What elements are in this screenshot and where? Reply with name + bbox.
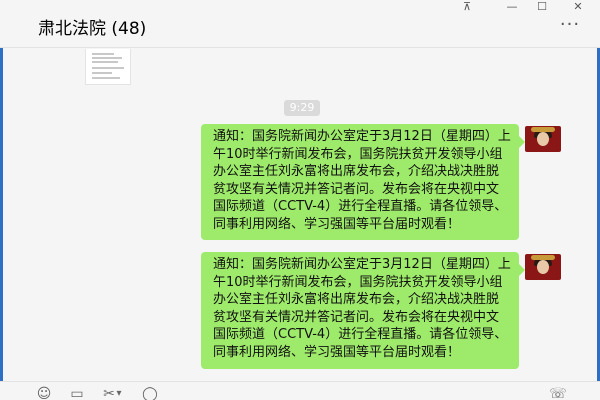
- shared-document-thumbnail[interactable]: [85, 49, 131, 85]
- maximize-button[interactable]: ☐: [527, 0, 557, 16]
- folder-icon[interactable]: ▭: [67, 386, 87, 400]
- message-bubble[interactable]: 通知：国务院新闻办公室定于3月12日（星期四）上午10时举行新闻发布会，国务院扶…: [201, 252, 525, 369]
- minimize-button[interactable]: —: [497, 0, 527, 16]
- input-toolbar: ☺ ▭ ✂ ▾ ◯ ☏: [0, 381, 600, 400]
- chat-bubble-icon[interactable]: ◯: [140, 386, 160, 400]
- user-avatar[interactable]: [525, 126, 561, 152]
- chat-history[interactable]: 9:29 通知：国务院新闻办公室定于3月12日（星期四）上午10时举行新闻发布会…: [3, 49, 597, 380]
- pin-icon[interactable]: ⊼: [452, 0, 482, 16]
- more-options-button[interactable]: ···: [556, 16, 584, 40]
- title-bar: 肃北法院 (48) ⊼ — ☐ ✕ ···: [0, 0, 600, 48]
- user-avatar[interactable]: [525, 254, 561, 280]
- time-divider: 9:29: [284, 100, 320, 116]
- chat-title: 肃北法院 (48): [38, 19, 147, 39]
- message-bubble[interactable]: 通知：国务院新闻办公室定于3月12日（星期四）上午10时举行新闻发布会，国务院扶…: [201, 124, 525, 240]
- chevron-down-icon[interactable]: ▾: [113, 386, 125, 400]
- phone-icon[interactable]: ☏: [548, 386, 568, 400]
- emoji-icon[interactable]: ☺: [34, 386, 54, 400]
